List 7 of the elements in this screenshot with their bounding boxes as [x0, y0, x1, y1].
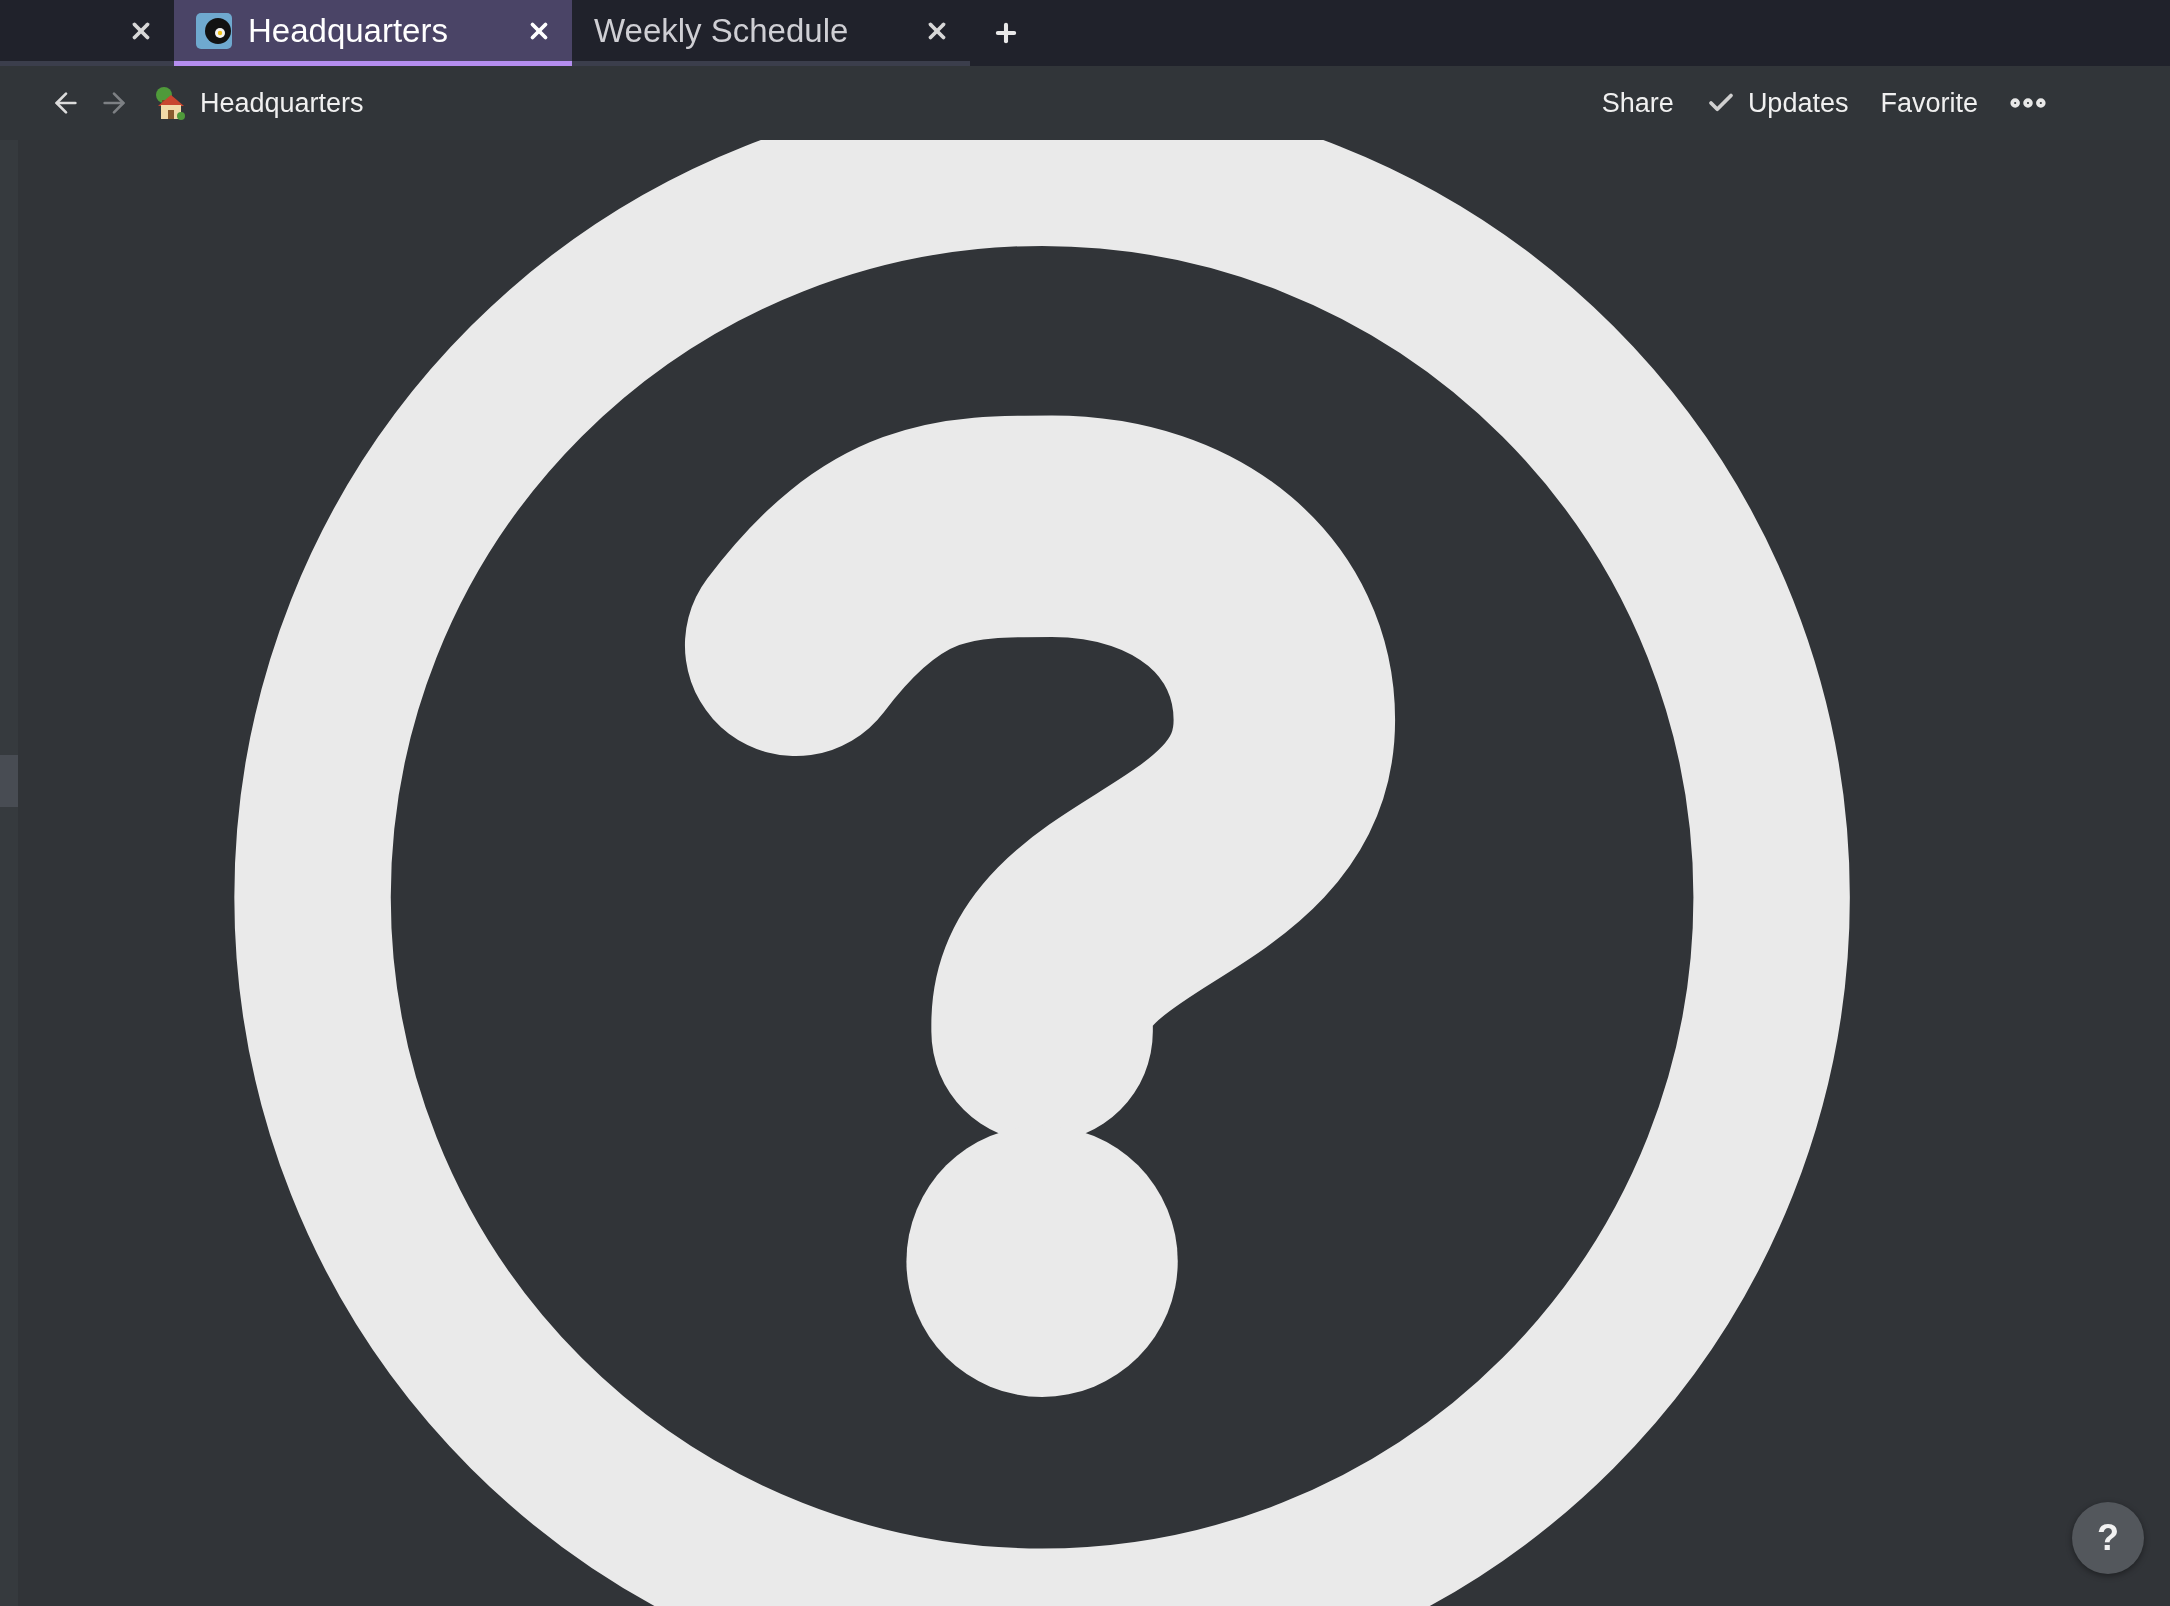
toolbar-action[interactable]: Favorite — [1864, 87, 1994, 119]
page-title: Headquarters — [200, 87, 364, 119]
help-button[interactable]: ? — [2072, 1502, 2144, 1574]
sidebar-handle[interactable] — [0, 755, 18, 807]
toolbar-action[interactable]: Updates — [1689, 87, 1865, 119]
browser-tab[interactable]: Headquarters — [174, 0, 572, 66]
toolbar-action[interactable]: Share — [1585, 87, 1690, 119]
